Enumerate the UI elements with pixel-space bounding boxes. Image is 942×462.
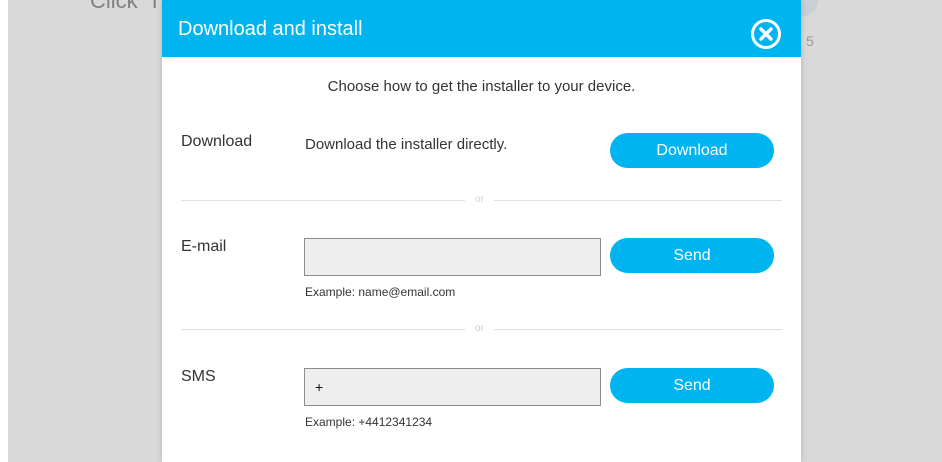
email-label: E-mail xyxy=(181,238,227,255)
download-label: Download xyxy=(181,133,253,150)
background-text: Click "I xyxy=(90,0,158,13)
sms-hint: Example: +4412341234 xyxy=(305,415,433,429)
email-input[interactable] xyxy=(304,238,601,276)
close-button[interactable] xyxy=(750,18,782,50)
separator-text: or xyxy=(475,194,484,205)
dialog-header: Download and install xyxy=(162,0,801,57)
close-icon xyxy=(751,19,781,49)
download-install-dialog: Download and install Choose how to get t… xyxy=(162,0,801,462)
sms-send-button[interactable]: Send xyxy=(610,368,774,403)
dialog-title: Download and install xyxy=(178,18,363,40)
email-send-button[interactable]: Send xyxy=(610,238,774,273)
separator-or-2: or xyxy=(181,322,782,336)
phone-input[interactable] xyxy=(304,368,601,406)
download-description: Download the installer directly. xyxy=(305,136,508,153)
download-button[interactable]: Download xyxy=(610,133,774,168)
email-hint: Example: name@email.com xyxy=(305,285,456,299)
background-counter: 5 xyxy=(806,33,814,49)
sms-label: SMS xyxy=(181,368,216,385)
separator-text: or xyxy=(475,323,484,334)
dialog-intro: Choose how to get the installer to your … xyxy=(327,78,636,95)
separator-or-1: or xyxy=(181,193,782,207)
